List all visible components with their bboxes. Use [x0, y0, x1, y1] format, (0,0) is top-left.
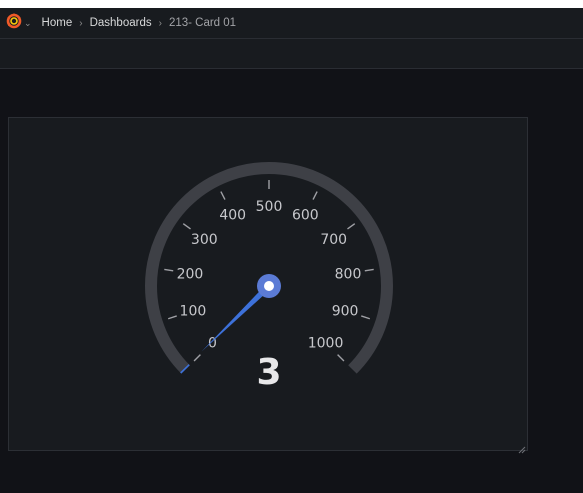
gauge-tick-label: 700 — [320, 232, 347, 248]
chevron-down-icon: ⌄ — [24, 18, 32, 28]
breadcrumb-current-page: 213- Card 01 — [168, 17, 237, 29]
gauge-value: 3 — [256, 352, 281, 393]
gauge-tick-label: 900 — [332, 304, 359, 320]
grafana-logo-icon — [5, 12, 23, 35]
gauge-tick-label: 600 — [292, 208, 319, 224]
gauge-hub-center — [264, 281, 274, 291]
chevron-right-icon: › — [158, 17, 162, 29]
gauge-tick-label: 800 — [335, 266, 362, 282]
gauge-tick-label: 200 — [177, 266, 204, 282]
gauge-tick — [167, 315, 177, 320]
app-window: ⌄ Home › Dashboards › 213- Card 01 0 100 2… — [0, 8, 583, 493]
gauge-tick-label: 1000 — [308, 336, 344, 352]
gauge-tick-label: 500 — [256, 199, 283, 215]
gauge-tick — [193, 354, 201, 362]
gauge-tick-label: 300 — [191, 232, 218, 248]
gauge-tick — [312, 191, 318, 200]
gauge-tick — [164, 268, 174, 272]
gauge-progress — [180, 364, 190, 374]
gauge-tick — [182, 223, 191, 230]
gauge-tick-label: 400 — [219, 208, 246, 224]
gauge-chart: 01002003004005006007008009001000 3 — [145, 162, 393, 393]
gauge-tick — [364, 268, 374, 272]
gauge-tick-label: 100 — [180, 304, 207, 320]
gauge-tick — [220, 191, 226, 200]
gauge-tick — [337, 354, 345, 362]
breadcrumb: Home › Dashboards › 213- Card 01 — [42, 17, 237, 29]
gauge-tick — [347, 223, 356, 230]
breadcrumb-dashboards-link[interactable]: Dashboards — [90, 17, 152, 29]
top-navbar: ⌄ Home › Dashboards › 213- Card 01 — [0, 8, 583, 39]
home-menu-button[interactable]: ⌄ — [5, 12, 32, 35]
breadcrumb-home-link[interactable]: Home — [42, 17, 73, 29]
dashboard-toolbar — [0, 39, 583, 69]
chevron-right-icon: › — [79, 17, 83, 29]
gauge-tick — [361, 315, 371, 320]
gauge-panel[interactable]: 0 100 200 300 400 500 600 700 800 900 1000 3 — [8, 117, 528, 454]
resize-handle-icon[interactable] — [518, 441, 526, 454]
